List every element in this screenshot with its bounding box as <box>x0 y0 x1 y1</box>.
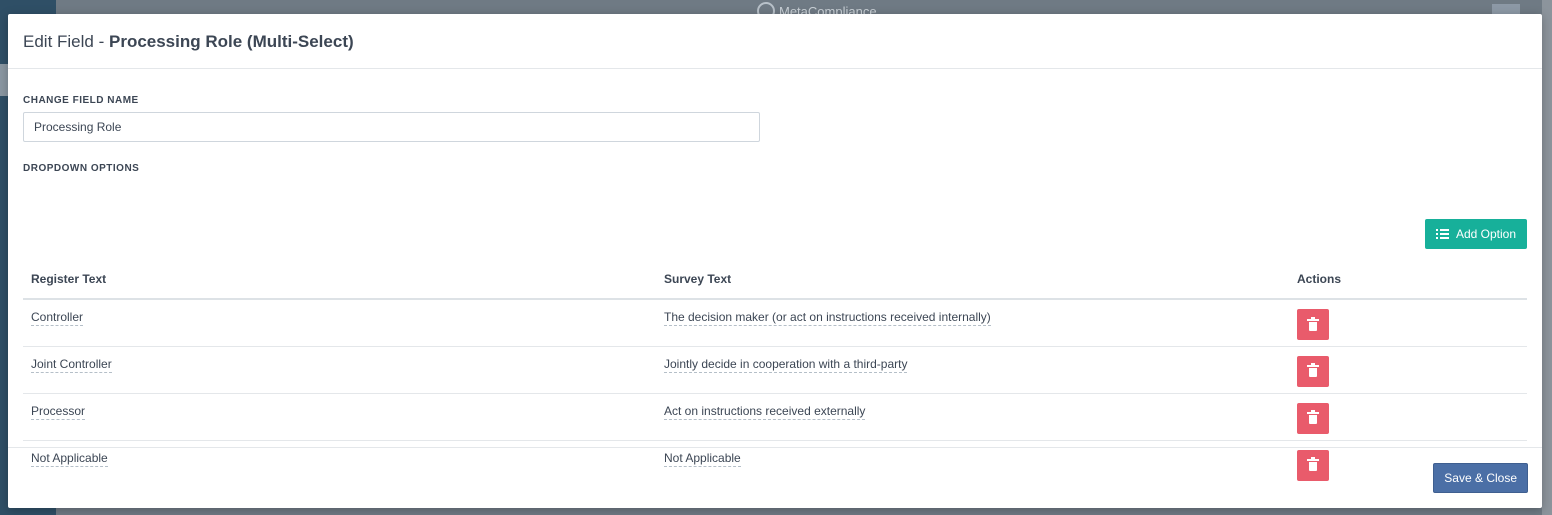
survey-text-cell[interactable]: The decision maker (or act on instructio… <box>664 310 991 326</box>
table-row: Joint Controller Jointly decide in coope… <box>23 346 1527 394</box>
header-survey-text: Survey Text <box>656 260 1289 300</box>
delete-option-button[interactable] <box>1297 355 1329 387</box>
table-header-row: Register Text Survey Text Actions <box>23 260 1527 300</box>
background-right-strip <box>1542 0 1552 515</box>
add-option-button[interactable]: Add Option <box>1424 219 1527 249</box>
trash-icon <box>1307 410 1319 424</box>
modal-title-prefix: Edit Field - <box>23 32 109 51</box>
modal-header: Edit Field - Processing Role (Multi-Sele… <box>8 14 1542 69</box>
trash-icon <box>1307 363 1319 377</box>
table-row: Controller The decision maker (or act on… <box>23 299 1527 347</box>
survey-text-cell[interactable]: Act on instructions received externally <box>664 403 866 420</box>
register-text-cell[interactable]: Joint Controller <box>31 356 112 373</box>
list-icon <box>1435 229 1449 239</box>
register-text-cell[interactable]: Controller <box>31 310 84 326</box>
add-option-label: Add Option <box>1455 227 1516 241</box>
header-register-text: Register Text <box>23 260 656 300</box>
modal-footer: Save & Close <box>8 447 1542 508</box>
delete-option-button[interactable] <box>1297 309 1329 340</box>
register-text-cell[interactable]: Processor <box>31 403 86 420</box>
save-and-close-button[interactable]: Save & Close <box>1433 463 1528 493</box>
delete-option-button[interactable] <box>1297 402 1329 434</box>
survey-text-cell[interactable]: Jointly decide in cooperation with a thi… <box>664 356 908 373</box>
trash-icon <box>1307 316 1319 331</box>
dropdown-options-label: DROPDOWN OPTIONS <box>23 163 140 174</box>
field-name-input[interactable] <box>23 112 760 142</box>
modal-body: CHANGE FIELD NAME DROPDOWN OPTIONS Add O… <box>8 69 1542 481</box>
table-row: Processor Act on instructions received e… <box>23 393 1527 441</box>
field-name-label: CHANGE FIELD NAME <box>23 95 139 106</box>
edit-field-modal: Edit Field - Processing Role (Multi-Sele… <box>8 14 1542 508</box>
header-actions: Actions <box>1289 260 1527 300</box>
modal-title-field: Processing Role (Multi-Select) <box>108 32 354 51</box>
